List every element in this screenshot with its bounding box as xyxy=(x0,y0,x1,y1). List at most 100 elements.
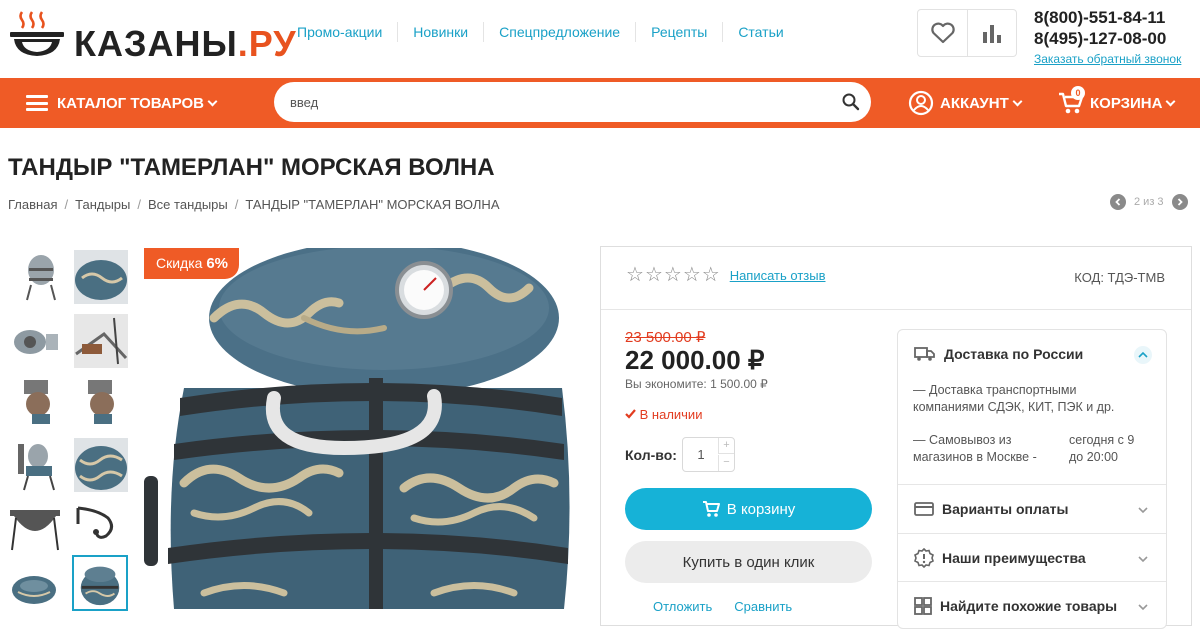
bar-chart-icon xyxy=(983,25,1001,43)
postpone-link[interactable]: Отложить xyxy=(653,599,712,614)
callback-link[interactable]: Заказать обратный звонок xyxy=(1034,51,1200,67)
old-price: 23 500.00 ₽ xyxy=(625,329,706,346)
chevron-up-icon xyxy=(1138,351,1148,358)
thumbnail-11[interactable] xyxy=(8,562,62,616)
favorites-button[interactable] xyxy=(918,10,967,56)
nav-articles[interactable]: Статьи xyxy=(722,22,798,42)
pickup-hours-2: до 20:00 xyxy=(1069,450,1118,464)
nav-new[interactable]: Новинки xyxy=(397,22,483,42)
credit-card-icon xyxy=(914,502,934,516)
quantity-stepper: + − xyxy=(682,437,735,472)
divider xyxy=(601,309,1191,310)
thumbnail-8[interactable] xyxy=(74,438,128,492)
breadcrumb-tandoors[interactable]: Тандыры xyxy=(75,197,130,212)
discount-label: Скидка xyxy=(156,255,203,271)
add-to-cart-label: В корзину xyxy=(726,500,796,518)
payment-title: Варианты оплаты xyxy=(942,501,1069,517)
expand-button[interactable] xyxy=(1134,501,1152,519)
star-icon[interactable]: ☆ xyxy=(626,265,644,285)
similar-section[interactable]: Найдите похожие товары xyxy=(898,582,1166,630)
favorites-compare-box xyxy=(917,9,1017,57)
star-icon[interactable]: ☆ xyxy=(683,265,701,285)
nav-recipes[interactable]: Рецепты xyxy=(635,22,722,42)
add-to-cart-button[interactable]: В корзину xyxy=(625,488,872,530)
advantages-section[interactable]: Наши преимущества xyxy=(898,534,1166,582)
savings: Вы экономите: 1 500.00 ₽ xyxy=(625,377,768,391)
delivery-header[interactable]: Доставка по России xyxy=(898,330,1166,378)
next-product-button[interactable] xyxy=(1171,194,1188,210)
search-input[interactable] xyxy=(290,82,830,122)
write-review-link[interactable]: Написать отзыв xyxy=(730,268,826,283)
cart-button[interactable]: 0 КОРЗИНА xyxy=(1058,78,1176,128)
cart-icon xyxy=(702,501,720,517)
top-header: КАЗАНЫ.РУ Промо-акции Новинки Спецпредло… xyxy=(0,0,1200,78)
advantages-title: Наши преимущества xyxy=(942,550,1086,566)
thumbnail-9[interactable] xyxy=(8,500,62,554)
top-nav: Промо-акции Новинки Спецпредложение Реце… xyxy=(282,22,799,42)
pickup-hours: сегодня с 9 до 20:00 xyxy=(1069,432,1134,466)
main-bar: КАТАЛОГ ТОВАРОВ АККАУНТ 0 КОРЗИНА xyxy=(0,78,1200,128)
menu-icon xyxy=(26,95,48,111)
rating-row: ☆ ☆ ☆ ☆ ☆ Написать отзыв xyxy=(626,265,826,285)
thumbnail-5[interactable] xyxy=(14,376,68,430)
breadcrumb-separator: / xyxy=(137,197,142,212)
collapse-button[interactable] xyxy=(1134,346,1152,364)
payment-section[interactable]: Варианты оплаты xyxy=(898,485,1166,533)
account-label: АККАУНТ xyxy=(940,94,1009,112)
nav-special[interactable]: Спецпредложение xyxy=(483,22,635,42)
star-icon[interactable]: ☆ xyxy=(645,265,663,285)
phones: 8(800)-551-84-11 8(495)-127-08-00 Заказа… xyxy=(1034,7,1200,67)
thumbnail-7[interactable] xyxy=(14,438,68,492)
pickup-line-2: магазинов в Москве - xyxy=(913,450,1037,464)
search-icon[interactable] xyxy=(841,92,861,112)
star-icon[interactable]: ☆ xyxy=(702,265,720,285)
similar-header[interactable]: Найдите похожие товары xyxy=(898,582,1166,630)
expand-button[interactable] xyxy=(1134,598,1152,616)
chevron-down-icon xyxy=(1138,556,1148,563)
phone-2[interactable]: 8(495)-127-08-00 xyxy=(1034,28,1200,49)
breadcrumb-all-tandoors[interactable]: Все тандыры xyxy=(148,197,228,212)
thumbnail-4[interactable] xyxy=(74,314,128,368)
quantity-input[interactable] xyxy=(683,438,719,471)
catalog-button[interactable]: КАТАЛОГ ТОВАРОВ xyxy=(26,78,218,128)
thumbnail-6[interactable] xyxy=(74,376,128,430)
thumbnail-12-active[interactable] xyxy=(72,555,128,611)
product-info-panel: ☆ ☆ ☆ ☆ ☆ Написать отзыв КОД: ТДЭ-ТМВ 23… xyxy=(600,246,1192,629)
phone-1[interactable]: 8(800)-551-84-11 xyxy=(1034,7,1200,28)
thumbnail-2[interactable] xyxy=(74,250,128,304)
breadcrumb-home[interactable]: Главная xyxy=(8,197,57,212)
search-box xyxy=(274,82,871,122)
logo-text: КАЗАНЫ.РУ xyxy=(74,26,297,62)
chevron-right-icon xyxy=(1177,198,1183,206)
user-icon xyxy=(908,90,934,116)
stock-label: В наличии xyxy=(639,407,703,422)
one-click-buy-button[interactable]: Купить в один клик xyxy=(625,541,872,583)
thumbnail-3[interactable] xyxy=(8,314,62,368)
product-code: КОД: ТДЭ-ТМВ xyxy=(1074,270,1165,285)
advantages-header[interactable]: Наши преимущества xyxy=(898,534,1166,582)
thumbnail-1[interactable] xyxy=(14,250,68,304)
chevron-down-icon xyxy=(1012,96,1023,106)
prev-product-button[interactable] xyxy=(1110,194,1126,210)
thumbnail-10[interactable] xyxy=(74,500,128,554)
product-main-image[interactable] xyxy=(144,248,576,609)
delivery-title: Доставка по России xyxy=(944,346,1084,362)
expand-button[interactable] xyxy=(1134,550,1152,568)
compare-link[interactable]: Сравнить xyxy=(734,599,792,614)
chevron-down-icon xyxy=(1166,96,1176,106)
quantity-plus-button[interactable]: + xyxy=(718,438,734,454)
quantity-minus-button[interactable]: − xyxy=(718,455,734,471)
star-icon[interactable]: ☆ xyxy=(664,265,682,285)
logo[interactable]: КАЗАНЫ.РУ xyxy=(8,8,296,68)
heart-icon xyxy=(930,22,955,44)
similar-title: Найдите похожие товары xyxy=(940,598,1118,614)
delivery-box: Доставка по России — Доставка транспортн… xyxy=(897,329,1167,629)
alert-icon xyxy=(914,548,934,568)
compare-button[interactable] xyxy=(967,10,1016,56)
nav-promo[interactable]: Промо-акции xyxy=(282,22,397,42)
delivery-section[interactable]: Доставка по России xyxy=(898,330,1166,378)
payment-header[interactable]: Варианты оплаты xyxy=(898,485,1166,533)
discount-value: 6% xyxy=(206,255,229,272)
cart-count-badge: 0 xyxy=(1071,86,1085,100)
account-button[interactable]: АККАУНТ xyxy=(908,78,1023,128)
